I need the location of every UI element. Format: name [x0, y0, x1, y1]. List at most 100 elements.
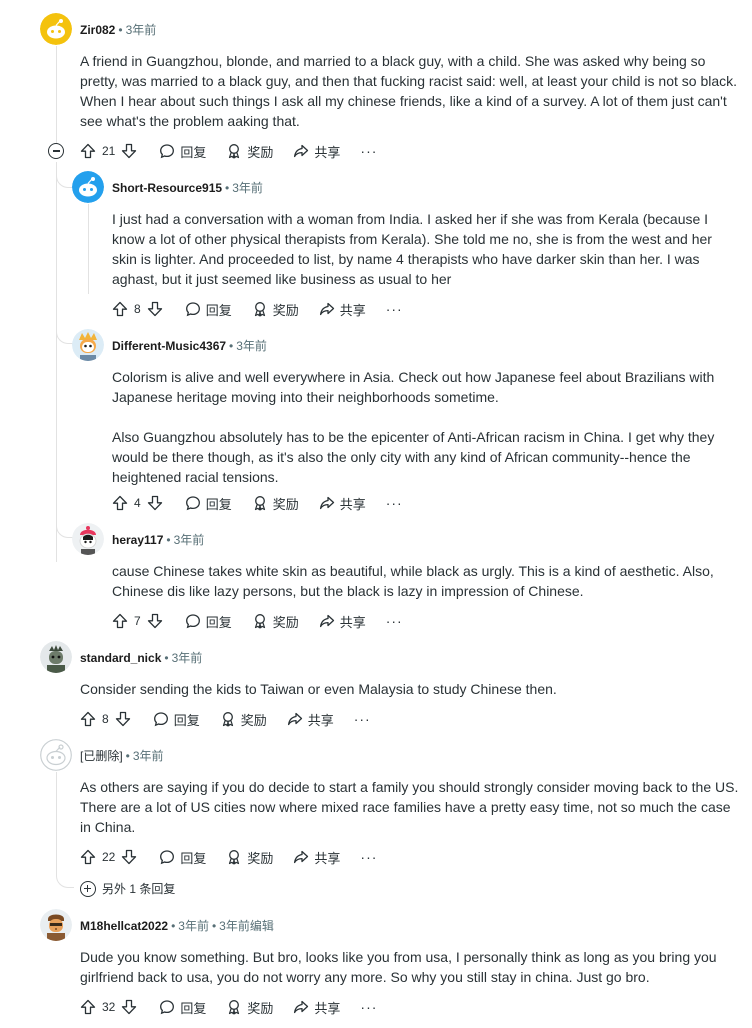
share-button[interactable]: 共享: [319, 297, 366, 321]
thread-connector: [56, 510, 74, 538]
timestamp[interactable]: 3年前: [178, 919, 209, 933]
share-button[interactable]: 共享: [293, 139, 340, 163]
share-button[interactable]: 共享: [287, 707, 334, 731]
author-name[interactable]: standard_nick: [80, 651, 161, 665]
author-name[interactable]: Different-Music4367: [112, 339, 226, 353]
comment-paragraph: I just had a conversation with a woman f…: [112, 211, 712, 287]
share-icon: [319, 614, 334, 628]
comment-meta: Short-Resource915 • 3年前: [112, 181, 263, 195]
avatar[interactable]: [72, 523, 104, 555]
comment-meta: M18hellcat2022 • 3年前 • 3年前编辑: [80, 919, 274, 933]
comment-body: I just had a conversation with a woman f…: [112, 209, 732, 289]
more-options-button[interactable]: ···: [386, 491, 403, 515]
upvote-button[interactable]: [112, 297, 128, 321]
timestamp[interactable]: 3年前: [174, 533, 205, 547]
timestamp[interactable]: 3年前: [236, 339, 267, 353]
downvote-icon: [122, 143, 137, 159]
reply-icon: [185, 614, 200, 629]
more-options-button[interactable]: ···: [360, 139, 377, 163]
reply-button[interactable]: 回复: [159, 845, 206, 869]
reply-button[interactable]: 回复: [185, 297, 232, 321]
award-icon: [254, 614, 265, 629]
comment-body: Consider sending the kids to Taiwan or e…: [80, 679, 740, 699]
comment-meta: heray117 • 3年前: [112, 533, 205, 547]
comment-actions: 4 回复 奖励 共享 ···: [112, 491, 403, 515]
share-button[interactable]: 共享: [319, 491, 366, 515]
share-button[interactable]: 共享: [293, 995, 340, 1019]
upvote-button[interactable]: [112, 609, 128, 633]
comment-actions: 32 回复 奖励 共享 ···: [80, 995, 377, 1019]
upvote-icon: [80, 711, 96, 727]
downvote-button[interactable]: [147, 297, 163, 321]
award-button[interactable]: 奖励: [252, 491, 299, 515]
thread-connector: [56, 318, 74, 344]
vote-count: 8: [134, 302, 141, 316]
award-button[interactable]: 奖励: [226, 139, 273, 163]
comment-paragraph: Consider sending the kids to Taiwan or e…: [80, 681, 557, 697]
vote-count: 4: [134, 496, 141, 510]
vote-count: 8: [102, 712, 109, 726]
downvote-button[interactable]: [147, 609, 163, 633]
share-icon: [319, 302, 334, 316]
collapse-icon[interactable]: [48, 143, 64, 159]
share-button[interactable]: 共享: [293, 845, 340, 869]
more-options-button[interactable]: ···: [386, 609, 403, 633]
reply-button[interactable]: 回复: [185, 491, 232, 515]
more-options-button[interactable]: ···: [354, 707, 371, 731]
avatar[interactable]: [40, 641, 72, 673]
author-name[interactable]: Zir082: [80, 23, 115, 37]
upvote-icon: [80, 143, 96, 159]
downvote-button[interactable]: [121, 845, 137, 869]
downvote-icon: [147, 613, 162, 629]
timestamp[interactable]: 3年前: [126, 23, 157, 37]
share-button[interactable]: 共享: [319, 609, 366, 633]
comment-body: Colorism is alive and well everywhere in…: [112, 367, 732, 487]
upvote-button[interactable]: [80, 845, 96, 869]
downvote-button[interactable]: [147, 491, 163, 515]
more-replies-button[interactable]: 另外 1 条回复: [80, 880, 175, 897]
comment-paragraph: As others are saying if you do decide to…: [80, 779, 739, 835]
expand-icon: [80, 880, 96, 897]
avatar[interactable]: [72, 329, 104, 361]
timestamp[interactable]: 3年前: [133, 749, 164, 763]
comment-actions: 21 回复 奖励 共享 ···: [80, 139, 377, 163]
reply-button[interactable]: 回复: [185, 609, 232, 633]
downvote-button[interactable]: [121, 139, 137, 163]
author-name[interactable]: heray117: [112, 533, 163, 547]
author-name[interactable]: M18hellcat2022: [80, 919, 168, 933]
downvote-button[interactable]: [121, 995, 137, 1019]
comment-actions: 8 回复 奖励 共享 ···: [80, 707, 371, 731]
award-button[interactable]: 奖励: [226, 995, 273, 1019]
edited-timestamp: 3年前编辑: [219, 919, 274, 933]
timestamp[interactable]: 3年前: [172, 651, 203, 665]
award-button[interactable]: 奖励: [220, 707, 267, 731]
author-name[interactable]: Short-Resource915: [112, 181, 222, 195]
avatar[interactable]: [72, 171, 104, 203]
upvote-button[interactable]: [112, 491, 128, 515]
share-icon: [294, 850, 309, 864]
reply-button[interactable]: 回复: [159, 995, 206, 1019]
reply-button[interactable]: 回复: [153, 707, 200, 731]
timestamp[interactable]: 3年前: [232, 181, 263, 195]
vote-count: 32: [102, 1000, 116, 1014]
comment-paragraph: Also Guangzhou absolutely has to be the …: [112, 429, 715, 485]
award-icon: [229, 1000, 240, 1015]
award-button[interactable]: 奖励: [226, 845, 273, 869]
more-options-button[interactable]: ···: [360, 995, 377, 1019]
downvote-button[interactable]: [115, 707, 131, 731]
avatar[interactable]: [40, 13, 72, 45]
avatar[interactable]: [40, 739, 72, 771]
upvote-button[interactable]: [80, 139, 96, 163]
upvote-button[interactable]: [80, 995, 96, 1019]
share-icon: [294, 144, 309, 158]
downvote-icon: [147, 495, 162, 511]
more-options-button[interactable]: ···: [360, 845, 377, 869]
author-name: [已删除]: [80, 749, 123, 763]
reply-button[interactable]: 回复: [159, 139, 206, 163]
upvote-button[interactable]: [80, 707, 96, 731]
vote-count: 7: [134, 614, 141, 628]
award-button[interactable]: 奖励: [252, 609, 299, 633]
award-button[interactable]: 奖励: [252, 297, 299, 321]
avatar[interactable]: [40, 909, 72, 941]
more-options-button[interactable]: ···: [386, 297, 403, 321]
